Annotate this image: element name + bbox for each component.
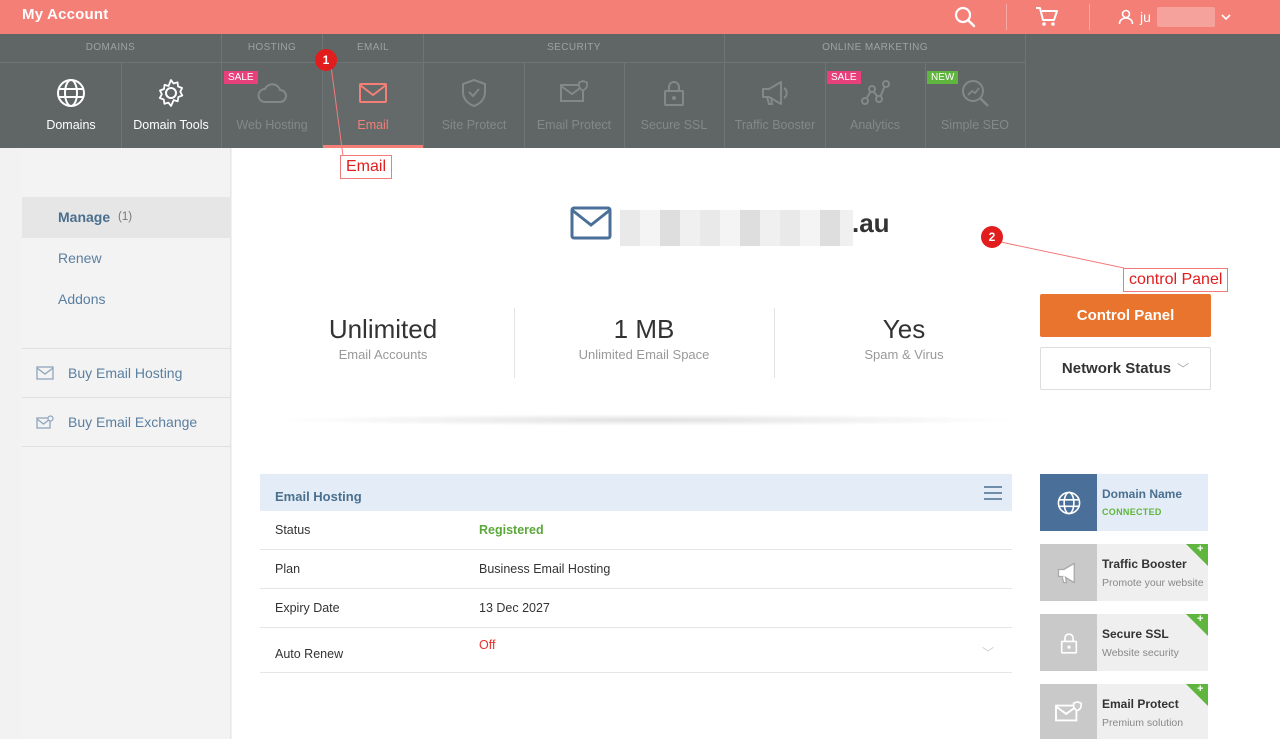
annotation-label: Email (340, 155, 393, 179)
annotation-marker: 2 (981, 226, 1003, 248)
annotation-label: control Panel (1123, 268, 1229, 292)
annotation-lines (330, 65, 1125, 269)
annotation-marker: 1 (315, 49, 337, 71)
